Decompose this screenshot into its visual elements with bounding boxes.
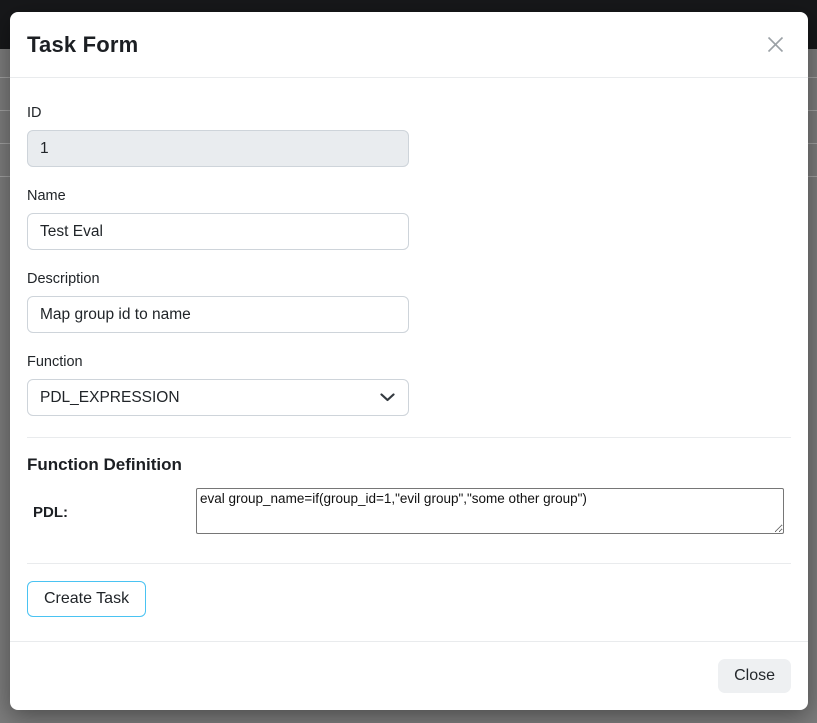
close-button[interactable]: Close <box>718 659 791 693</box>
modal-header: Task Form <box>10 12 808 78</box>
field-group-description: Description <box>27 271 791 333</box>
field-group-id: ID <box>27 105 791 167</box>
field-group-name: Name <box>27 188 791 250</box>
close-icon[interactable] <box>762 32 788 58</box>
modal-footer: Close <box>10 641 808 710</box>
field-group-function: Function PDL_EXPRESSION <box>27 354 791 416</box>
name-input[interactable] <box>27 213 409 250</box>
modal-body: ID Name Description Function PDL_EXPRESS… <box>10 78 808 641</box>
name-label: Name <box>27 188 791 205</box>
x-icon <box>766 35 785 54</box>
section-divider <box>27 437 791 438</box>
id-label: ID <box>27 105 791 122</box>
description-input[interactable] <box>27 296 409 333</box>
function-select-value: PDL_EXPRESSION <box>40 389 180 407</box>
task-form-modal: Task Form ID Name Description Function P… <box>10 12 808 710</box>
pdl-row: PDL: eval group_name=if(group_id=1,"evil… <box>27 488 791 534</box>
id-input <box>27 130 409 167</box>
function-label: Function <box>27 354 791 371</box>
actions-divider <box>27 563 791 564</box>
create-task-button[interactable]: Create Task <box>27 581 146 617</box>
function-select[interactable]: PDL_EXPRESSION <box>27 379 409 416</box>
description-label: Description <box>27 271 791 288</box>
chevron-down-icon <box>380 393 395 402</box>
modal-title: Task Form <box>27 32 138 58</box>
pdl-label: PDL: <box>27 488 196 521</box>
pdl-textarea[interactable]: eval group_name=if(group_id=1,"evil grou… <box>196 488 784 534</box>
function-definition-heading: Function Definition <box>27 455 791 475</box>
